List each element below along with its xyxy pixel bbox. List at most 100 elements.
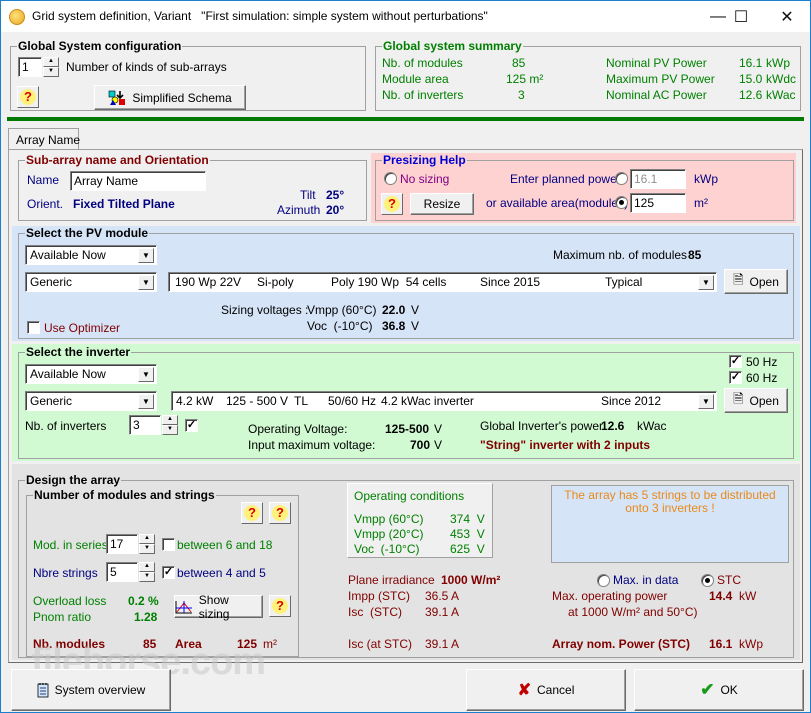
tilt-label: Tilt [300,188,316,202]
inverter-manufacturer-value: Generic [30,394,73,408]
inverter-open-button[interactable]: 🗎 Open [724,388,788,413]
orientation-title: Sub-array name and Orientation [25,153,210,167]
system-overview-button[interactable]: System overview [11,669,171,711]
impp-value: 36.5 A [425,589,460,603]
global-power-label: Global Inverter's power [480,419,604,433]
area-unit: m² [694,196,708,210]
help-button[interactable]: ? [269,502,291,524]
cancel-label: Cancel [537,683,575,697]
nb-inverters-spinner[interactable]: ▲ ▼ [162,415,178,435]
inverter-availability-select[interactable]: Available Now ▼ [25,364,157,384]
pv-availability-select[interactable]: Available Now ▼ [25,245,157,265]
vmpp-label: Vmpp (60°C) [307,303,377,317]
array-name-input[interactable]: Array Name [70,171,206,191]
notepad-icon [37,683,49,698]
pv-open-button[interactable]: 🗎 Open [724,269,788,294]
schema-icon [109,90,126,105]
pv-open-label: Open [749,274,779,289]
voc-label: Voc (-10°C) [307,319,373,333]
series-range-checkbox[interactable] [162,538,175,551]
help-button[interactable]: ? [17,86,39,108]
strings-input[interactable]: 5 [106,562,138,582]
cancel-x-icon: ✘ [517,682,532,699]
use-optimizer-checkbox[interactable] [27,321,40,334]
hz50-label: 50 Hz [746,355,778,369]
presizing-help-button[interactable]: ? [381,193,403,215]
area-input[interactable]: 125 [630,193,686,213]
chevron-down-icon: ▼ [698,275,714,290]
help-button[interactable]: ? [241,502,263,524]
max-modules-value: 85 [688,248,702,262]
show-sizing-button[interactable]: Show sizing [174,593,263,621]
help-button[interactable]: ? [269,595,291,617]
inverter-model-select[interactable]: 4.2 kW 125 - 500 V TL 50/60 Hz 4.2 kWac … [171,391,717,411]
close-button[interactable]: ✕ [764,1,810,32]
kinds-count-input[interactable]: 1 [18,57,42,77]
pv-manufacturer-select[interactable]: Generic ▼ [25,272,157,292]
nb-inverters-checkbox[interactable]: ✓ [185,419,198,432]
tilt-value: 25° [326,188,345,202]
op-condition-value: 625 V [450,542,485,556]
pv-model-select[interactable]: 190 Wp 22V Si-poly Poly 190 Wp 54 cells … [168,272,717,292]
isc-at-stc-label: Isc (at STC) [348,637,413,651]
planned-power-radio[interactable] [615,172,628,185]
strings-label: Nbre strings [33,566,98,580]
kinds-count-spinner[interactable]: ▲ ▼ [43,57,59,77]
question-icon: ? [272,598,288,614]
resize-button[interactable]: Resize [410,193,474,215]
pv-availability-value: Available Now [30,248,106,262]
inverter-availability-value: Available Now [30,367,106,381]
global-power-unit: kWac [637,419,667,433]
strings-range-label: between 4 and 5 [177,566,266,580]
global-config-title: Global System configuration [17,39,183,53]
series-input[interactable]: 17 [106,534,138,554]
sizing-chart-icon [175,600,192,613]
azimuth-value: 20° [326,203,345,217]
summary-label: Nominal PV Power [606,56,707,70]
isc-at-stc-value: 39.1 A [425,637,460,651]
max-voltage-unit: V [434,438,443,452]
stc-radio[interactable] [701,574,714,587]
pv-module-title: Select the PV module [25,226,150,240]
planned-power-input[interactable]: 16.1 [630,169,686,189]
hz60-checkbox[interactable]: ✓ [729,371,742,384]
global-power-value: 12.6 [601,419,625,433]
chevron-down-icon: ▼ [138,394,154,409]
cancel-button[interactable]: ✘ Cancel [466,669,626,711]
max-in-data-radio[interactable] [597,574,610,587]
op-voltage-label: Operating Voltage: [248,422,348,436]
strings-spinner[interactable]: ▲ ▼ [139,562,155,582]
tab-array-name[interactable]: Array Name [8,128,80,150]
name-label: Name [27,173,60,187]
pnom-value: 1.28 [134,610,158,624]
strings-range-checkbox[interactable]: ✓ [162,566,175,579]
max-op-power-label: Max. operating power [552,589,668,603]
pv-model-since: Since 2015 [480,275,541,289]
max-voltage-value: 700 [410,438,431,452]
no-sizing-radio[interactable] [384,172,397,185]
strings-message: The array has 5 strings to be distribute… [551,485,789,563]
nom-power-value: 16.1 [709,637,733,651]
irradiance-label: Plane irradiance [348,573,435,587]
maximize-button[interactable]: ☐ [718,1,764,32]
inverter-model-name: 4.2 kWac inverter [381,394,474,408]
summary-label: Module area [382,72,449,86]
voc-unit: V [411,319,420,333]
inverter-manufacturer-select[interactable]: Generic ▼ [25,391,157,411]
nb-inverters-input[interactable]: 3 [129,415,161,435]
ok-button[interactable]: ✔ OK [634,669,804,711]
chevron-down-icon: ▼ [698,394,714,409]
series-spinner[interactable]: ▲ ▼ [139,534,155,554]
grid-system-window: Grid system definition, Variant "First s… [0,0,811,713]
hz50-checkbox[interactable]: ✓ [729,355,742,368]
simplified-schema-button[interactable]: Simplified Schema [94,85,246,110]
question-icon: ? [272,505,288,521]
hz60-label: 60 Hz [746,371,778,385]
summary-unit: kWac [766,88,796,102]
summary-value: 85 [512,56,526,70]
summary-unit: kWdc [766,72,796,86]
op-voltage-value: 125-500 [385,422,430,436]
area-radio[interactable] [615,196,628,209]
area-label: or available area(modules) [486,196,629,210]
chevron-down-icon: ▼ [138,248,154,263]
